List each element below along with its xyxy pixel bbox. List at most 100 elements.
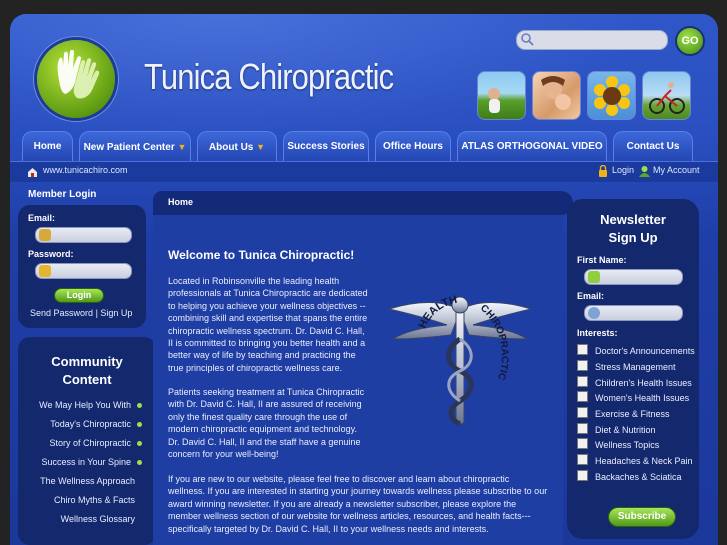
tab-home[interactable]: Home <box>22 131 73 161</box>
checkbox[interactable] <box>577 376 588 387</box>
interest-label: Doctor's Announcements <box>595 346 695 356</box>
interest-option[interactable]: Women's Health Issues <box>577 391 689 403</box>
bullet-icon <box>137 403 142 409</box>
community-item[interactable]: Story of Chiropractic <box>49 438 142 448</box>
email-icon <box>588 307 600 319</box>
checkbox[interactable] <box>577 407 588 418</box>
send-password-link[interactable]: Send Password <box>30 308 93 318</box>
checkbox[interactable] <box>577 438 588 449</box>
breadcrumb[interactable]: Home <box>168 197 193 207</box>
community-heading-line2: Content <box>62 372 112 387</box>
photo-mother-baby <box>532 71 581 120</box>
interest-label: Exercise & Fitness <box>595 409 670 419</box>
login-link[interactable]: Login <box>612 165 634 175</box>
site-title: Tunica Chiropractic <box>144 56 394 97</box>
password-label: Password: <box>28 249 74 259</box>
cyclist-icon <box>649 82 685 114</box>
tab-label: Home <box>33 141 62 152</box>
interest-label: Diet & Nutrition <box>595 425 656 435</box>
checkbox[interactable] <box>577 470 588 481</box>
user-icon <box>588 271 600 283</box>
community-item-label: Chiro Myths & Facts <box>53 495 135 505</box>
site-url[interactable]: www.tunicachiro.com <box>43 165 128 175</box>
community-heading-line1: Community <box>51 354 123 369</box>
interest-option[interactable]: Wellness Topics <box>577 438 659 450</box>
tab-contact-us[interactable]: Contact Us <box>613 131 693 161</box>
community-item[interactable]: Chiro Myths & Facts <box>54 495 135 505</box>
interest-option[interactable]: Diet & Nutrition <box>577 423 656 435</box>
site-logo[interactable] <box>37 40 115 118</box>
login-button[interactable]: Login <box>54 288 104 303</box>
checkbox[interactable] <box>577 391 588 402</box>
interest-option[interactable]: Children's Health Issues <box>577 376 692 388</box>
interest-label: Wellness Topics <box>595 440 660 450</box>
tab-success-stories[interactable]: Success Stories <box>283 131 369 161</box>
search-input[interactable] <box>516 30 668 50</box>
newsletter-heading: Newsletter Sign Up <box>567 211 699 247</box>
bullet-icon <box>137 460 142 466</box>
lock-icon <box>599 165 607 177</box>
community-panel: Community Content We May Help You With T… <box>18 337 156 545</box>
community-item[interactable]: Today's Chiropractic <box>50 419 142 429</box>
chevron-down-icon: ▼ <box>177 142 187 152</box>
key-icon <box>39 265 51 277</box>
interest-option[interactable]: Stress Management <box>577 360 676 372</box>
bullet-icon <box>137 422 142 428</box>
community-item[interactable]: We May Help You With <box>39 400 142 410</box>
newsletter-email-field[interactable] <box>584 305 683 321</box>
newsletter-heading-line2: Sign Up <box>608 230 658 245</box>
email-label: Email: <box>28 213 56 223</box>
newsletter-paragraph: If you are new to our website, please fe… <box>168 474 548 534</box>
interest-option[interactable]: Backaches & Sciatica <box>577 470 682 482</box>
community-item[interactable]: The Wellness Approach <box>40 476 135 486</box>
newsletter-heading-line1: Newsletter <box>600 212 666 227</box>
interest-option[interactable]: Doctor's Announcements <box>577 344 695 356</box>
tab-label: ATLAS ORTHOGONAL VIDEO <box>461 141 603 152</box>
tab-atlas-orthogonal-video[interactable]: ATLAS ORTHOGONAL VIDEO <box>457 131 607 161</box>
community-item-label: Wellness Glossary <box>60 514 135 524</box>
interest-label: Women's Health Issues <box>595 393 690 403</box>
sunflower-icon <box>594 76 630 116</box>
breadcrumb-bar: Home <box>153 191 573 215</box>
hands-icon <box>57 50 100 99</box>
subscribe-button[interactable]: Subscribe <box>608 507 676 527</box>
interest-label: Stress Management <box>595 362 676 372</box>
photo-child-grass <box>477 71 526 120</box>
community-heading: Community Content <box>18 353 156 389</box>
go-button[interactable]: GO <box>675 26 705 56</box>
interest-label: Backaches & Sciatica <box>595 472 682 482</box>
photo-cyclist <box>642 71 691 120</box>
interest-option[interactable]: Headaches & Neck Pain <box>577 454 693 466</box>
community-item-label: We May Help You With <box>39 400 131 410</box>
intro-paragraph: Located in Robinsonville the leading hea… <box>168 276 368 373</box>
community-item[interactable]: Success in Your Spine <box>41 457 142 467</box>
community-item[interactable]: Wellness Glossary <box>61 514 135 524</box>
member-email-field[interactable] <box>35 227 132 243</box>
checkbox[interactable] <box>577 360 588 371</box>
main-content: Home Welcome to Tunica Chiropractic! Loc… <box>153 191 573 545</box>
checkbox[interactable] <box>577 344 588 355</box>
separator: | <box>95 308 98 318</box>
my-account-link[interactable]: My Account <box>653 165 700 175</box>
checkbox[interactable] <box>577 423 588 434</box>
url-bar: www.tunicachiro.com Login My Account <box>10 161 718 182</box>
tab-about-us[interactable]: About Us ▼ <box>197 131 277 161</box>
member-password-field[interactable] <box>35 263 132 279</box>
user-icon <box>639 166 650 177</box>
tab-label: About Us <box>208 142 254 153</box>
sign-up-link[interactable]: Sign Up <box>100 308 132 318</box>
newsletter-email-label: Email: <box>577 291 605 301</box>
caduceus-emblem: HEALTH CHIROPRACTIC <box>387 294 533 427</box>
interest-option[interactable]: Exercise & Fitness <box>577 407 670 419</box>
checkbox[interactable] <box>577 454 588 465</box>
chevron-down-icon: ▼ <box>256 142 266 152</box>
member-login-panel: Email: Password: Login Send Password | S… <box>18 205 146 328</box>
interests-label: Interests: <box>577 328 618 338</box>
community-item-label: The Wellness Approach <box>40 476 135 486</box>
tab-label: New Patient Center <box>83 142 175 153</box>
tab-new-patient-center[interactable]: New Patient Center ▼ <box>79 131 191 161</box>
first-name-field[interactable] <box>584 269 683 285</box>
interest-label: Headaches & Neck Pain <box>595 456 693 466</box>
tab-office-hours[interactable]: Office Hours <box>375 131 451 161</box>
photo-sunflower <box>587 71 636 120</box>
